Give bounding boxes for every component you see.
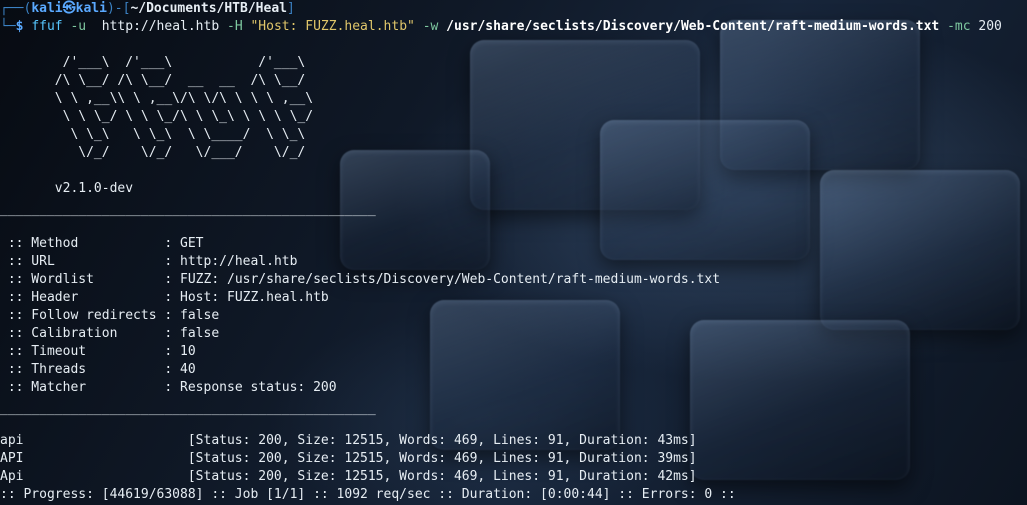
command-mc-value: 200 xyxy=(978,19,1002,34)
result-row: API [Status: 200, Size: 12515, Words: 46… xyxy=(0,450,697,468)
command-wordlist: /usr/share/seclists/Discovery/Web-Conten… xyxy=(446,19,940,34)
prompt-cwd: ~/Documents/HTB/Heal xyxy=(130,1,287,16)
config-row-timeout: :: Timeout : 10 xyxy=(0,343,196,361)
banner-line: \/_/ \/_/ \/___/ \/_/ xyxy=(0,145,306,160)
command-program: ffuf xyxy=(31,19,63,34)
config-row-threads: :: Threads : 40 xyxy=(0,361,196,379)
banner-line: /\ \__/ /\ \__/ __ __ /\ \__/ xyxy=(0,73,306,88)
config-value: : http://heal.htb xyxy=(164,254,298,269)
config-key: :: Calibration xyxy=(0,326,165,341)
config-value: : FUZZ: /usr/share/seclists/Discovery/We… xyxy=(164,272,721,287)
flag-mc: -mc xyxy=(947,19,971,34)
config-key: :: Matcher xyxy=(0,380,165,395)
config-key: :: Wordlist xyxy=(0,272,165,287)
config-row-method: :: Method : GET xyxy=(0,235,204,253)
prompt-at: ㉿ xyxy=(62,1,76,16)
prompt-user: kali xyxy=(31,1,63,16)
banner-line: \ \_\ \ \_\ \ \____/ \ \_\ xyxy=(0,127,306,142)
prompt-symbol: $ xyxy=(15,19,24,34)
config-value: : Host: FUZZ.heal.htb xyxy=(164,290,329,305)
flag-w: -w xyxy=(422,19,439,34)
config-key: :: URL xyxy=(0,254,165,269)
result-status: [Status: 200, Size: 12515, Words: 469, L… xyxy=(187,451,697,466)
banner-line: \ \ \_/ \ \ \_/\ \ \_\ \ \ \ \_/ xyxy=(0,109,314,124)
command-header: "Host: FUZZ.heal.htb" xyxy=(250,19,415,34)
config-row-url: :: URL : http://heal.htb xyxy=(0,253,298,271)
config-value: : Response status: 200 xyxy=(164,380,337,395)
config-value: : false xyxy=(164,326,220,341)
flag-H: -H xyxy=(227,19,243,34)
config-value: : 40 xyxy=(164,362,196,377)
terminal-output: ┌──(kali㉿kali)-[~/Documents/HTB/Heal] └─… xyxy=(0,0,1027,505)
config-row-header: :: Header : Host: FUZZ.heal.htb xyxy=(0,289,329,307)
config-key: :: Header xyxy=(0,290,165,305)
flag-u: -u xyxy=(70,19,87,34)
banner-line: \ \ ,__\\ \ ,__\/\ \/\ \ \ \ ,__\ xyxy=(0,91,314,106)
config-key: :: Follow redirects xyxy=(0,308,165,323)
terminal-window[interactable]: ┌──(kali㉿kali)-[~/Documents/HTB/Heal] └─… xyxy=(0,0,1027,505)
separator: ________________________________________… xyxy=(0,401,376,416)
config-row-wordlist: :: Wordlist : FUZZ: /usr/share/seclists/… xyxy=(0,271,720,289)
config-value: : 10 xyxy=(164,344,196,359)
result-word: api xyxy=(0,433,188,448)
config-row-calibration: :: Calibration : false xyxy=(0,325,219,343)
prompt-header: ┌──(kali㉿kali)-[~/Documents/HTB/Heal] xyxy=(0,1,295,16)
separator: ________________________________________… xyxy=(0,202,376,217)
command-url: http://heal.htb xyxy=(101,19,220,34)
config-key: :: Method xyxy=(0,236,165,251)
result-status: [Status: 200, Size: 12515, Words: 469, L… xyxy=(187,469,697,484)
config-value: : false xyxy=(164,308,220,323)
config-row-matcher: :: Matcher : Response status: 200 xyxy=(0,379,337,397)
config-value: : GET xyxy=(164,236,204,251)
command-line[interactable]: └─$ ffuf -u http://heal.htb -H "Host: FU… xyxy=(0,18,1002,36)
config-key: :: Timeout xyxy=(0,344,165,359)
version-label: v2.1.0-dev xyxy=(0,181,134,196)
result-row: Api [Status: 200, Size: 12515, Words: 46… xyxy=(0,468,697,486)
result-word: API xyxy=(0,451,188,466)
banner-line: /'___\ /'___\ /'___\ xyxy=(0,55,306,70)
config-row-follow-redirects: :: Follow redirects : false xyxy=(0,307,219,325)
result-row: api [Status: 200, Size: 12515, Words: 46… xyxy=(0,432,697,450)
config-key: :: Threads xyxy=(0,362,165,377)
result-word: Api xyxy=(0,469,188,484)
result-status: [Status: 200, Size: 12515, Words: 469, L… xyxy=(187,433,697,448)
prompt-host: kali xyxy=(75,1,107,16)
progress-line: :: Progress: [44619/63088] :: Job [1/1] … xyxy=(0,487,736,502)
